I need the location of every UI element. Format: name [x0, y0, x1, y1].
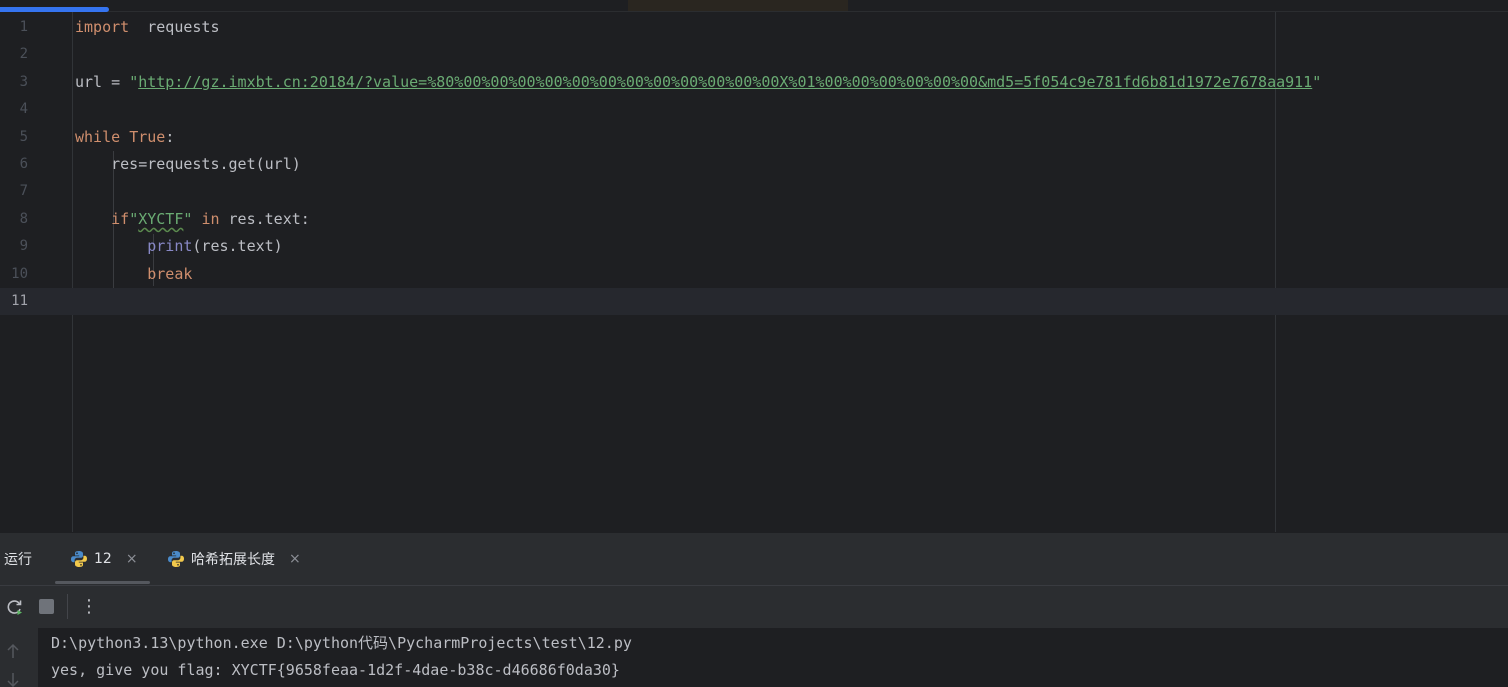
code-line[interactable]: 8 if"XYCTF" in res.text:	[0, 206, 1508, 233]
line-number: 9	[19, 238, 28, 255]
code-token: url =	[75, 72, 130, 91]
line-number: 11	[11, 293, 28, 309]
code-text: import requests	[75, 14, 220, 41]
run-tab-hash-extension[interactable]: 哈希拓展长度 ×	[167, 549, 301, 569]
run-toolbar: ⋮	[0, 585, 1508, 628]
rerun-icon[interactable]	[5, 598, 24, 617]
line-number: 2	[19, 46, 28, 63]
code-token: in	[201, 209, 220, 228]
line-number: 6	[19, 156, 28, 172]
code-line[interactable]: 1 import requests	[0, 14, 1508, 41]
code-text: url = "http://gz.imxbt.cn:20184/?value=%…	[75, 69, 1321, 96]
python-icon	[168, 551, 184, 567]
code-text: break	[75, 261, 192, 288]
code-line[interactable]: 4	[0, 96, 1508, 123]
code-line[interactable]: 6 res=requests.get(url)	[0, 151, 1508, 178]
run-tab-label: 哈希拓展长度	[191, 552, 275, 568]
code-line[interactable]: 9 print(res.text)	[0, 233, 1508, 260]
code-token: if	[111, 209, 130, 228]
run-tab-label: 12	[94, 551, 112, 567]
code-token: print	[147, 237, 193, 256]
stop-icon[interactable]	[39, 599, 54, 614]
editor-tab-strip	[0, 0, 1508, 12]
code-token: "	[129, 72, 139, 91]
run-panel-label: 运行	[4, 552, 32, 568]
line-number: 3	[19, 73, 28, 90]
code-token: "	[1312, 72, 1322, 91]
code-text: res=requests.get(url)	[75, 151, 301, 178]
line-number: 10	[11, 265, 28, 282]
ide-window: 1 import requests 2 3 url = "http://gz.imxbt…	[0, 0, 1508, 687]
toolbar-separator	[67, 594, 68, 619]
code-line[interactable]: 7	[0, 178, 1508, 205]
scroll-down-icon[interactable]	[6, 672, 20, 687]
close-icon[interactable]: ×	[289, 551, 301, 567]
active-tab-indicator	[55, 581, 150, 584]
code-token: import	[75, 18, 130, 36]
code-text: while True:	[75, 124, 174, 151]
run-tab-12[interactable]: 12 ×	[70, 549, 138, 569]
console-gutter	[0, 628, 38, 687]
code-token: while	[75, 127, 121, 146]
code-text: print(res.text)	[75, 233, 283, 260]
code-token: res=requests.get(url)	[75, 155, 301, 173]
line-number: 4	[19, 101, 28, 118]
code-token: True	[129, 127, 166, 146]
console-command-line: D:\python3.13\python.exe D:\python代码\Pyc…	[51, 634, 632, 652]
code-token: requests	[129, 18, 220, 36]
code-line[interactable]: 11	[0, 288, 1508, 316]
code-line[interactable]: 5 while True:	[0, 124, 1508, 151]
tab-strip-segment	[628, 0, 848, 11]
scroll-up-icon[interactable]	[6, 643, 20, 659]
line-number: 7	[19, 183, 28, 200]
code-token: :	[165, 127, 175, 146]
code-token: XYCTF	[138, 209, 184, 228]
code-token: http://gz.imxbt.cn:20184/?value=%80%00%0…	[138, 72, 1313, 91]
line-number: 1	[19, 19, 28, 35]
code-line[interactable]: 3 url = "http://gz.imxbt.cn:20184/?value=…	[0, 69, 1508, 96]
code-text: if"XYCTF" in res.text:	[75, 206, 310, 233]
code-token: (res.text)	[192, 237, 283, 256]
python-icon	[71, 551, 87, 567]
run-tool-window-header: 运行 12 × 哈希拓展长度 ×	[0, 532, 1508, 585]
console-output-line: yes, give you flag: XYCTF{9658feaa-1d2f-…	[51, 661, 620, 679]
code-line[interactable]: 10 break	[0, 261, 1508, 288]
code-line[interactable]: 2	[0, 41, 1508, 68]
close-icon[interactable]: ×	[126, 551, 138, 567]
code-token: res.text:	[219, 209, 310, 228]
code-editor[interactable]: 1 import requests 2 3 url = "http://gz.imxbt…	[0, 12, 1508, 532]
code-token: "	[129, 209, 139, 228]
line-number: 8	[19, 210, 28, 227]
console-output[interactable]: D:\python3.13\python.exe D:\python代码\Pyc…	[0, 628, 1508, 687]
line-number: 5	[19, 128, 28, 145]
code-token: break	[147, 264, 193, 283]
more-vertical-icon[interactable]: ⋮	[80, 596, 98, 617]
